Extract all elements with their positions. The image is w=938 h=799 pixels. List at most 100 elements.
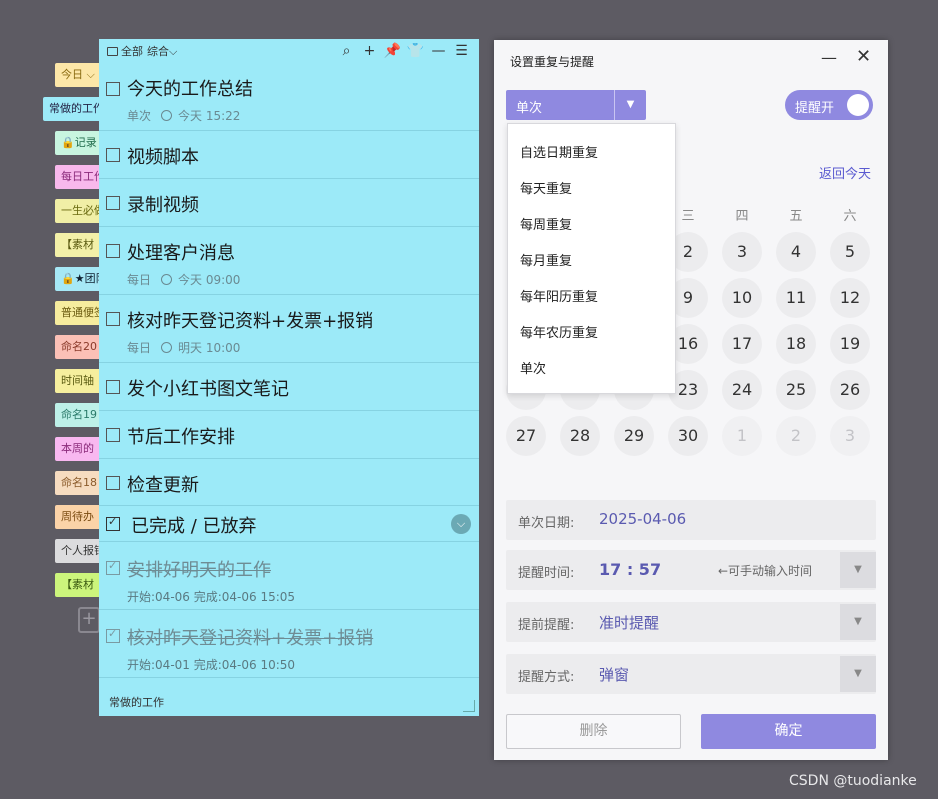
advance-reminder-field[interactable]: 提前提醒: 准时提醒 ▼ — [506, 602, 876, 642]
close-icon[interactable]: ✕ — [856, 46, 871, 67]
calendar-day[interactable]: 12 — [830, 278, 870, 318]
alarm-icon — [161, 110, 173, 121]
side-tab-timeline[interactable]: 时间轴 — [55, 369, 99, 393]
todo-item[interactable]: 检查更新 — [99, 459, 479, 506]
side-tab-material-2[interactable]: 【素材 — [55, 573, 99, 597]
todo-item[interactable]: 今天的工作总结 单次 今天 15:22 — [99, 63, 479, 131]
filter-selector[interactable]: 综合⌵ — [147, 43, 177, 59]
collapse-chevron-icon[interactable]: ⌵ — [451, 514, 471, 534]
side-tab-material[interactable]: 【素材 — [55, 233, 99, 257]
side-tab-lifetime[interactable]: 一生必做 — [55, 199, 99, 223]
side-tab-weekly-todo[interactable]: 周待办 — [55, 505, 99, 529]
checkbox[interactable] — [106, 148, 120, 162]
pin-icon[interactable]: 📌 — [381, 43, 404, 59]
todo-item[interactable]: 发个小红书图文笔记 — [99, 363, 479, 411]
done-item[interactable]: 核对昨天登记资料+发票+报销 开始:04-01 完成:04-06 10:50 — [99, 610, 479, 678]
back-to-today-link[interactable]: 返回今天 — [819, 163, 871, 182]
calendar-day[interactable]: 5 — [830, 232, 870, 272]
checkbox[interactable] — [106, 196, 120, 210]
reminder-toggle[interactable]: 提醒开 — [785, 90, 873, 120]
dropdown-arrow-icon[interactable]: ▼ — [840, 604, 876, 640]
side-tab-normal[interactable]: 普通便签 — [55, 301, 99, 325]
side-tab-today[interactable]: 今日 ⌵ — [55, 63, 99, 87]
minimize-icon[interactable]: — — [821, 48, 837, 67]
single-date-field[interactable]: 单次日期: 2025-04-06 — [506, 500, 876, 540]
calendar-day[interactable]: 4 — [776, 232, 816, 272]
checkbox[interactable] — [106, 428, 120, 442]
menu-item-once[interactable]: 单次 — [520, 358, 546, 377]
checkbox[interactable] — [106, 559, 120, 575]
theme-shirt-icon[interactable]: 👕 — [404, 43, 427, 59]
side-tab-daily[interactable]: 每日工作 — [55, 165, 99, 189]
calendar-day[interactable]: 28 — [560, 416, 600, 456]
todo-item[interactable]: 节后工作安排 — [99, 411, 479, 459]
checkbox[interactable] — [106, 312, 120, 326]
calendar-day[interactable]: 3 — [722, 232, 762, 272]
done-section-title: 已完成 / 已放弃 — [131, 516, 257, 537]
reminder-method-field[interactable]: 提醒方式: 弹窗 ▼ — [506, 654, 876, 694]
checkbox[interactable] — [106, 380, 120, 394]
todo-title: 核对昨天登记资料+发票+报销 — [127, 628, 374, 649]
todo-toolbar: 全部 综合⌵ ⌕ + 📌 👕 — ☰ — [99, 39, 479, 63]
side-tab-team[interactable]: 🔒★团队 — [55, 267, 99, 291]
minimize-icon[interactable]: — — [427, 43, 450, 59]
menu-item-weekly[interactable]: 每周重复 — [520, 214, 572, 233]
calendar-day[interactable]: 30 — [668, 416, 708, 456]
add-icon[interactable]: + — [358, 43, 381, 59]
done-item[interactable]: 安排好明天的工作 开始:04-06 完成:04-06 15:05 — [99, 542, 479, 610]
checkbox[interactable] — [106, 82, 120, 96]
side-tab-this-week[interactable]: 本周的 — [55, 437, 99, 461]
side-tab-named-20[interactable]: 命名20 — [55, 335, 99, 359]
repeat-select[interactable]: 单次 ▼ — [506, 90, 646, 120]
dropdown-arrow-icon[interactable]: ▼ — [840, 552, 876, 588]
todo-item[interactable]: 视频脚本 — [99, 131, 479, 179]
side-tab-reimburse[interactable]: 个人报销 — [55, 539, 99, 563]
search-icon[interactable]: ⌕ — [335, 43, 358, 59]
menu-item-daily[interactable]: 每天重复 — [520, 178, 572, 197]
checkbox[interactable] — [106, 627, 120, 643]
scope-selector[interactable]: 全部 — [121, 43, 143, 59]
todo-item[interactable]: 处理客户消息 每日 今天 09:00 — [99, 227, 479, 295]
menu-item-monthly[interactable]: 每月重复 — [520, 250, 572, 269]
menu-item-yearly-solar[interactable]: 每年阳历重复 — [520, 286, 598, 305]
side-tab-record[interactable]: 🔒记录 — [55, 131, 99, 155]
dropdown-arrow-icon[interactable]: ▼ — [840, 656, 876, 692]
calendar-day[interactable]: 26 — [830, 370, 870, 410]
checkbox[interactable] — [106, 244, 120, 258]
calendar-day[interactable]: 17 — [722, 324, 762, 364]
calendar-day[interactable]: 18 — [776, 324, 816, 364]
calendar-day[interactable]: 24 — [722, 370, 762, 410]
calendar-day[interactable]: 11 — [776, 278, 816, 318]
folder-icon — [107, 46, 118, 56]
todo-item[interactable]: 核对昨天登记资料+发票+报销 每日 明天 10:00 — [99, 295, 479, 363]
toggle-knob — [847, 94, 869, 116]
time-input[interactable]: 17 : 57 — [599, 560, 661, 579]
side-tab-named-18[interactable]: 命名18 — [55, 471, 99, 495]
done-section-header[interactable]: 已完成 / 已放弃 ⌵ — [99, 506, 479, 542]
side-tab-common-work[interactable]: 常做的工作 — [43, 97, 99, 121]
todo-title: 录制视频 — [127, 195, 199, 216]
calendar-day[interactable]: 19 — [830, 324, 870, 364]
todo-title: 视频脚本 — [127, 147, 199, 168]
calendar-day[interactable]: 1 — [722, 416, 762, 456]
resize-handle-icon[interactable] — [463, 700, 475, 712]
menu-item-custom-date[interactable]: 自选日期重复 — [520, 142, 598, 161]
todo-title: 发个小红书图文笔记 — [127, 379, 289, 400]
calendar-day[interactable]: 27 — [506, 416, 546, 456]
done-checkbox-icon — [106, 515, 120, 531]
calendar-day[interactable]: 10 — [722, 278, 762, 318]
side-tab-named-19[interactable]: 命名19 — [55, 403, 99, 427]
menu-item-yearly-lunar[interactable]: 每年农历重复 — [520, 322, 598, 341]
add-tab-button[interactable]: + — [78, 607, 100, 633]
calendar-day[interactable]: 29 — [614, 416, 654, 456]
calendar-day[interactable]: 25 — [776, 370, 816, 410]
checkbox[interactable] — [106, 476, 120, 490]
delete-button[interactable]: 删除 — [506, 714, 681, 749]
calendar-day[interactable]: 2 — [776, 416, 816, 456]
confirm-button[interactable]: 确定 — [701, 714, 876, 749]
menu-icon[interactable]: ☰ — [450, 43, 473, 59]
reminder-time-field[interactable]: 提醒时间: 17 : 57 ←可手动输入时间 ▼ — [506, 550, 876, 590]
weekday-label: 五 — [789, 209, 803, 224]
todo-item[interactable]: 录制视频 — [99, 179, 479, 227]
calendar-day[interactable]: 3 — [830, 416, 870, 456]
